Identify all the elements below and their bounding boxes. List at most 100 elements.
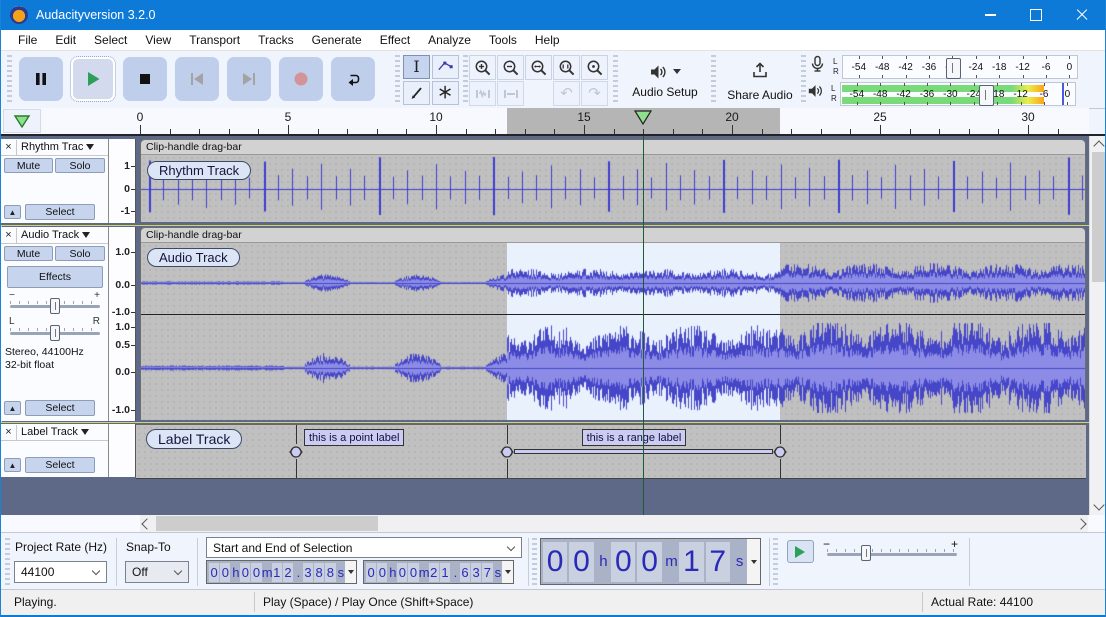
time-digit[interactable]: 1 bbox=[440, 563, 450, 582]
minimize-button[interactable] bbox=[967, 0, 1013, 30]
time-digit[interactable]: 0 bbox=[240, 563, 250, 582]
menu-generate[interactable]: Generate bbox=[303, 31, 371, 49]
vertical-scrollbar[interactable] bbox=[1089, 136, 1106, 515]
time-digit[interactable]: . bbox=[294, 563, 303, 582]
meter-slider-thumb[interactable] bbox=[979, 85, 994, 106]
time-digit[interactable]: 6 bbox=[460, 563, 470, 582]
time-digit[interactable]: 0 bbox=[366, 563, 376, 582]
time-digit[interactable]: 0 bbox=[543, 542, 567, 582]
tools-toolbar-grip[interactable] bbox=[395, 55, 400, 104]
multi-tool-button[interactable] bbox=[432, 81, 459, 105]
time-digit[interactable]: 0 bbox=[569, 542, 593, 582]
audio-track-menu-icon[interactable] bbox=[82, 232, 90, 242]
selection-mode-combo[interactable]: Start and End of Selection bbox=[206, 537, 522, 558]
label-track-badge[interactable]: Label Track bbox=[146, 429, 242, 449]
scroll-up-arrow[interactable] bbox=[1092, 136, 1106, 153]
time-digit[interactable]: 0 bbox=[408, 563, 418, 582]
time-digit[interactable]: 0 bbox=[220, 563, 230, 582]
label-track-content[interactable]: Label Track this is a point labelthis is… bbox=[136, 424, 1086, 479]
meter-slider-thumb[interactable] bbox=[946, 58, 961, 79]
audio-track-name[interactable]: Audio Track bbox=[17, 229, 79, 241]
zoom-out-button[interactable] bbox=[497, 55, 524, 80]
label-track-name[interactable]: Label Track bbox=[17, 426, 78, 438]
audio-clip-handle[interactable]: Clip-handle drag-bar bbox=[141, 228, 1085, 243]
time-digit[interactable]: 2 bbox=[283, 563, 293, 582]
fit-selection-button[interactable] bbox=[525, 55, 552, 80]
horizontal-scrollbar[interactable] bbox=[1, 515, 1106, 532]
label-collapse-button[interactable]: ▲ bbox=[4, 458, 21, 472]
label-close-button[interactable]: × bbox=[1, 425, 17, 440]
share-audio-grip[interactable] bbox=[711, 55, 716, 104]
rhythm-vertical-ruler[interactable]: 1 0 -1 bbox=[109, 139, 136, 223]
transport-toolbar-grip[interactable] bbox=[7, 55, 12, 104]
rhythm-collapse-button[interactable]: ▲ bbox=[4, 205, 21, 219]
time-digit[interactable]: 1 bbox=[272, 563, 282, 582]
selection-toolbar-grip[interactable] bbox=[5, 538, 10, 586]
audio-select-button[interactable]: Select bbox=[25, 400, 95, 416]
pan-slider-thumb[interactable] bbox=[50, 325, 60, 341]
rhythm-waveform[interactable] bbox=[141, 155, 1085, 222]
audio-close-button[interactable]: × bbox=[1, 228, 17, 243]
zoom-toggle-button[interactable] bbox=[581, 55, 608, 80]
vertical-scroll-thumb[interactable] bbox=[1092, 152, 1106, 282]
play-button[interactable] bbox=[71, 57, 115, 101]
time-toolbar-grip[interactable] bbox=[532, 538, 537, 586]
menu-tracks[interactable]: Tracks bbox=[249, 31, 303, 49]
record-button[interactable] bbox=[279, 57, 323, 101]
rhythm-solo-button[interactable]: Solo bbox=[55, 158, 105, 173]
rhythm-clip-handle[interactable]: Clip-handle drag-bar bbox=[141, 140, 1085, 155]
rhythm-clip[interactable]: Clip-handle drag-bar Rhythm Track bbox=[140, 139, 1086, 222]
share-audio-button[interactable]: Share Audio bbox=[719, 55, 801, 106]
audio-track-badge[interactable]: Audio Track bbox=[147, 248, 240, 267]
draw-tool-button[interactable] bbox=[403, 81, 430, 105]
meter-toolbar-grip[interactable] bbox=[801, 55, 806, 104]
audio-effects-button[interactable]: Effects bbox=[7, 266, 103, 288]
timeline-ruler[interactable]: 051015202530 bbox=[1, 108, 1089, 134]
silence-audio-button[interactable] bbox=[497, 81, 524, 106]
skip-to-start-button[interactable] bbox=[175, 57, 219, 101]
time-digit[interactable]: 8 bbox=[325, 563, 335, 582]
trim-audio-button[interactable] bbox=[469, 81, 496, 106]
pause-button[interactable] bbox=[19, 57, 63, 101]
time-digit[interactable]: 7 bbox=[706, 542, 730, 582]
menu-analyze[interactable]: Analyze bbox=[419, 31, 480, 49]
skip-to-end-button[interactable] bbox=[227, 57, 271, 101]
rhythm-track-name[interactable]: Rhythm Trac bbox=[17, 141, 83, 153]
snap-to-combo[interactable]: Off bbox=[125, 561, 189, 583]
maximize-button[interactable] bbox=[1013, 0, 1059, 30]
fit-project-button[interactable] bbox=[553, 55, 580, 80]
horizontal-scroll-thumb[interactable] bbox=[156, 516, 378, 531]
time-digit[interactable]: . bbox=[451, 563, 460, 582]
menu-view[interactable]: View bbox=[136, 31, 180, 49]
audio-position-field[interactable]: 00h00m17s bbox=[540, 538, 761, 585]
selection-tool-button[interactable]: I bbox=[403, 55, 430, 79]
scroll-left-arrow[interactable] bbox=[140, 515, 154, 532]
undo-button[interactable]: ↶ bbox=[553, 81, 580, 106]
time-digit[interactable]: 0 bbox=[637, 542, 661, 582]
menu-edit[interactable]: Edit bbox=[46, 31, 85, 49]
recording-meter[interactable]: -54-48-42-36-30-24-18-12-60 bbox=[842, 55, 1078, 79]
scroll-down-arrow[interactable] bbox=[1092, 498, 1106, 515]
time-digit[interactable]: 0 bbox=[397, 563, 407, 582]
time-digit[interactable]: 2 bbox=[429, 563, 439, 582]
audio-waveform-left[interactable] bbox=[141, 243, 1085, 314]
audio-collapse-button[interactable]: ▲ bbox=[4, 401, 21, 415]
envelope-tool-button[interactable] bbox=[432, 55, 459, 79]
rhythm-select-button[interactable]: Select bbox=[25, 204, 95, 220]
loop-button[interactable] bbox=[331, 57, 375, 101]
time-digit[interactable]: 0 bbox=[611, 542, 635, 582]
audio-vertical-ruler[interactable]: 1.0 0.0 -1.0 1.0 0.5 0.0 -1.0 bbox=[109, 227, 136, 421]
menu-file[interactable]: File bbox=[9, 31, 46, 49]
rhythm-mute-button[interactable]: Mute bbox=[4, 158, 53, 173]
stop-button[interactable] bbox=[123, 57, 167, 101]
playhead-triangle-icon[interactable] bbox=[634, 110, 652, 130]
scroll-right-arrow[interactable] bbox=[1074, 515, 1088, 532]
time-digit[interactable]: 7 bbox=[482, 563, 492, 582]
selection-end-field[interactable]: 00h00m21.637s bbox=[363, 560, 514, 584]
menu-help[interactable]: Help bbox=[526, 31, 569, 49]
play-at-speed-button[interactable] bbox=[787, 540, 814, 563]
menu-effect[interactable]: Effect bbox=[371, 31, 419, 49]
time-digit[interactable]: 0 bbox=[377, 563, 387, 582]
audio-solo-button[interactable]: Solo bbox=[55, 246, 105, 261]
menu-select[interactable]: Select bbox=[85, 31, 136, 49]
